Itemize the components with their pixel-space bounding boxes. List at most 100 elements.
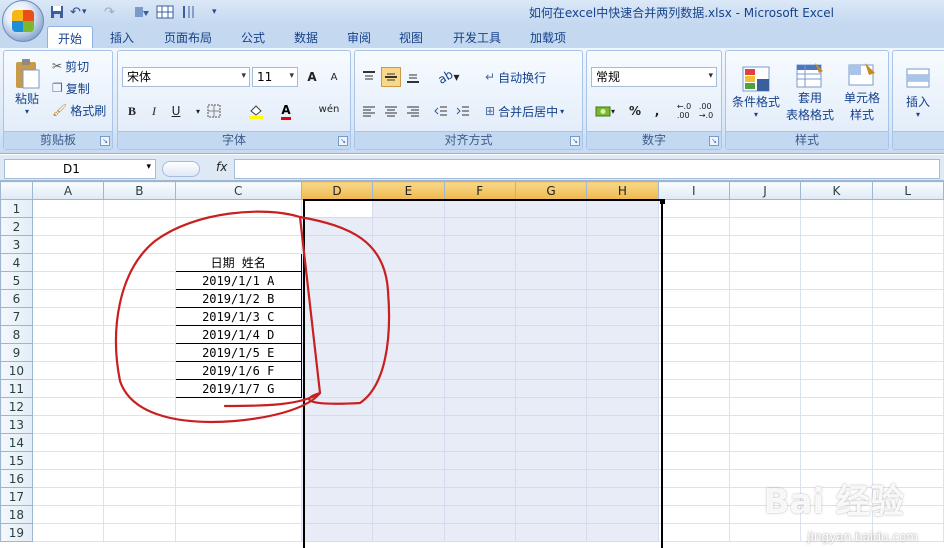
cell[interactable] [174,505,302,524]
cell[interactable] [174,199,302,218]
cell[interactable] [728,199,802,218]
cell[interactable] [443,235,516,254]
cell[interactable] [103,343,176,362]
cell[interactable] [174,217,302,236]
cell[interactable] [103,199,176,218]
column-header[interactable]: K [800,181,873,200]
table-data-cell[interactable]: 2019/1/1 A [174,271,302,290]
increase-decimal-icon[interactable]: ←.0.00 [673,101,695,121]
cell[interactable] [31,379,105,398]
cell[interactable] [800,325,873,344]
office-button[interactable] [2,0,44,42]
align-top-icon[interactable] [359,67,379,87]
cell[interactable] [31,451,105,470]
row-header[interactable]: 4 [0,253,33,272]
column-header[interactable]: C [174,181,302,200]
cell[interactable] [800,307,873,326]
tab-data[interactable]: 数据 [284,26,328,48]
cell[interactable] [657,379,730,398]
format-as-table-button[interactable]: 套用 表格格式 [784,57,836,127]
column-header[interactable]: E [372,181,445,200]
name-box-dropdown-icon[interactable]: ▾ [146,162,151,172]
cell[interactable] [586,343,659,362]
cell[interactable] [800,217,873,236]
cell[interactable] [31,397,105,416]
tab-developer[interactable]: 开发工具 [443,26,511,48]
cell[interactable] [372,469,445,488]
cell[interactable] [300,343,374,362]
font-color-icon[interactable]: A [276,101,296,121]
cell[interactable] [31,361,105,380]
cell[interactable] [728,289,802,308]
cell[interactable] [800,361,873,380]
conditional-format-button[interactable]: 条件格式 ▾ [728,57,784,127]
row-header[interactable]: 11 [0,379,33,398]
cell[interactable] [443,487,516,506]
cell[interactable] [800,433,873,452]
tab-review[interactable]: 审阅 [337,26,381,48]
cell[interactable] [103,271,176,290]
cell[interactable] [657,199,730,218]
cell[interactable] [586,361,659,380]
tab-insert[interactable]: 插入 [100,26,144,48]
align-right-icon[interactable] [403,101,423,121]
cell[interactable] [31,343,105,362]
cell[interactable] [103,523,176,542]
cell[interactable] [800,397,873,416]
cell[interactable] [300,451,374,470]
align-left-icon[interactable] [359,101,379,121]
cell[interactable] [514,235,588,254]
cell[interactable] [443,415,516,434]
cell[interactable] [372,397,445,416]
cell[interactable] [372,307,445,326]
cell[interactable] [443,289,516,308]
cell[interactable] [514,523,588,542]
cell[interactable] [300,397,374,416]
cell-styles-button[interactable]: 单元格 样式 [836,57,888,127]
cell[interactable] [300,253,374,272]
row-header[interactable]: 17 [0,487,33,506]
cell[interactable] [657,415,730,434]
cell[interactable] [372,361,445,380]
cell[interactable] [514,253,588,272]
undo-icon[interactable]: ↶ [70,3,81,21]
column-header[interactable]: I [657,181,730,200]
cell[interactable] [728,343,802,362]
merge-center-button[interactable]: ⊞ 合并后居中 ▾ [485,101,564,121]
cell[interactable] [586,379,659,398]
cell[interactable] [443,397,516,416]
comma-button[interactable]: , [647,101,667,121]
cell[interactable] [300,199,374,218]
decrease-indent-icon[interactable] [431,101,451,121]
row-header[interactable]: 5 [0,271,33,290]
cell[interactable] [514,307,588,326]
cell[interactable] [103,361,176,380]
cell[interactable] [372,505,445,524]
underline-button[interactable]: U [166,101,186,121]
row-header[interactable]: 9 [0,343,33,362]
bold-button[interactable]: B [122,101,142,121]
borders-icon[interactable] [204,101,224,121]
cell[interactable] [300,415,374,434]
cell[interactable] [103,379,176,398]
cell[interactable] [372,253,445,272]
cell[interactable] [443,451,516,470]
cell[interactable] [871,253,944,272]
cell[interactable] [31,271,105,290]
column-header[interactable]: B [103,181,176,200]
cell[interactable] [728,451,802,470]
cell[interactable] [443,307,516,326]
cell[interactable] [514,415,588,434]
cell[interactable] [174,397,302,416]
fill-color-icon[interactable] [246,101,266,121]
cell[interactable] [586,307,659,326]
cell[interactable] [174,433,302,452]
cell[interactable] [800,271,873,290]
formula-bar-grip[interactable] [162,161,200,177]
table-data-cell[interactable]: 2019/1/3 C [174,307,302,326]
cell[interactable] [728,271,802,290]
cell[interactable] [514,451,588,470]
dialog-launcher-icon[interactable]: ↘ [570,136,580,146]
italic-button[interactable]: I [144,101,164,121]
row-header[interactable]: 18 [0,505,33,524]
